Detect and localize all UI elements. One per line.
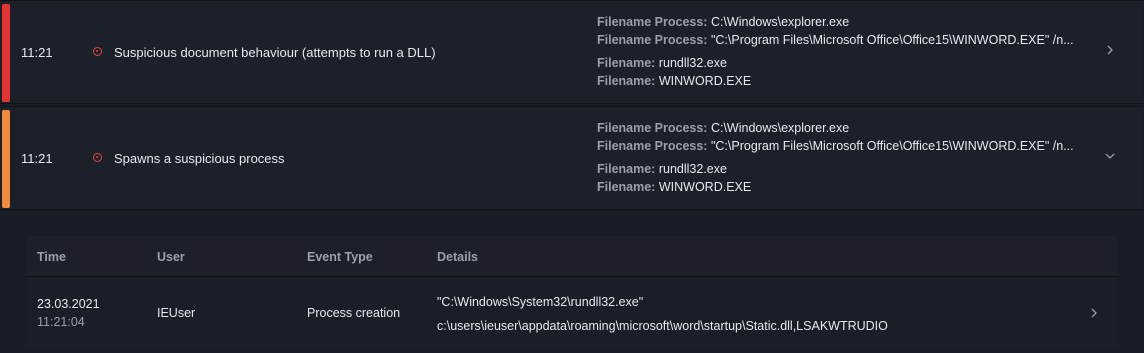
alert-title[interactable]: Spawns a suspicious process: [114, 151, 285, 166]
detail-value: "C:\Program Files\Microsoft Office\Offic…: [710, 139, 1074, 153]
column-header-details[interactable]: Details: [437, 250, 478, 264]
detail-key: Filename Process:: [597, 33, 708, 47]
detail-key: Filename Process:: [597, 121, 708, 135]
detail-value: rundll32.exe: [658, 162, 727, 176]
detail-row: Filename: WINWORD.EXE: [597, 178, 1087, 196]
column-header-time[interactable]: Time: [37, 250, 66, 264]
detail-row: Filename Process: "C:\Program Files\Micr…: [597, 31, 1087, 49]
chevron-down-icon[interactable]: [1103, 149, 1117, 163]
alert-details: Filename Process: C:\Windows\explorer.ex…: [597, 13, 1087, 90]
event-time: 11:21:04: [37, 315, 85, 329]
events-table-header: Time User Event Type Details: [27, 236, 1117, 277]
detail-key: Filename:: [597, 162, 656, 176]
alert-time: 11:21: [21, 45, 53, 60]
detail-value: WINWORD.EXE: [658, 74, 752, 88]
alert-target-icon: [93, 47, 102, 56]
detail-value: C:\Windows\explorer.exe: [710, 15, 850, 29]
detail-value: C:\Windows\explorer.exe: [710, 121, 850, 135]
detail-key: Filename Process:: [597, 139, 708, 153]
detail-row: Filename Process: C:\Windows\explorer.ex…: [597, 119, 1087, 137]
detail-value: "C:\Program Files\Microsoft Office\Offic…: [710, 33, 1074, 47]
detail-row: Filename: WINWORD.EXE: [597, 72, 1087, 90]
events-table: Time User Event Type Details 23.03.2021 …: [27, 236, 1117, 348]
event-details-line1: "C:\Windows\System32\rundll32.exe": [437, 295, 644, 309]
chevron-right-icon[interactable]: [1087, 306, 1101, 320]
table-row[interactable]: 23.03.2021 11:21:04 IEUser Process creat…: [27, 278, 1117, 348]
event-date: 23.03.2021: [37, 297, 100, 311]
detail-row: Filename Process: "C:\Program Files\Micr…: [597, 137, 1087, 155]
alert-row[interactable]: 11:21 Spawns a suspicious process Filena…: [0, 106, 1143, 210]
alert-details: Filename Process: C:\Windows\explorer.ex…: [597, 119, 1087, 196]
event-details-line2: c:\users\ieuser\appdata\roaming\microsof…: [437, 319, 888, 333]
detail-key: Filename Process:: [597, 15, 708, 29]
column-header-event-type[interactable]: Event Type: [307, 250, 373, 264]
chevron-right-icon[interactable]: [1103, 43, 1117, 57]
severity-bar-medium: [2, 110, 10, 208]
alert-row[interactable]: 11:21 Suspicious document behaviour (att…: [0, 0, 1143, 104]
column-header-user[interactable]: User: [157, 250, 185, 264]
detail-value: rundll32.exe: [658, 56, 727, 70]
detail-value: WINWORD.EXE: [658, 180, 752, 194]
detail-key: Filename:: [597, 180, 656, 194]
detail-row: Filename Process: C:\Windows\explorer.ex…: [597, 13, 1087, 31]
detail-key: Filename:: [597, 74, 656, 88]
alert-time: 11:21: [21, 151, 53, 166]
alert-title[interactable]: Suspicious document behaviour (attempts …: [114, 45, 436, 60]
event-type: Process creation: [307, 306, 401, 320]
detail-row: Filename: rundll32.exe: [597, 160, 1087, 178]
severity-bar-high: [2, 4, 10, 102]
event-user: IEUser: [157, 306, 196, 320]
alert-target-icon: [93, 153, 102, 162]
detail-row: Filename: rundll32.exe: [597, 54, 1087, 72]
detail-key: Filename:: [597, 56, 656, 70]
